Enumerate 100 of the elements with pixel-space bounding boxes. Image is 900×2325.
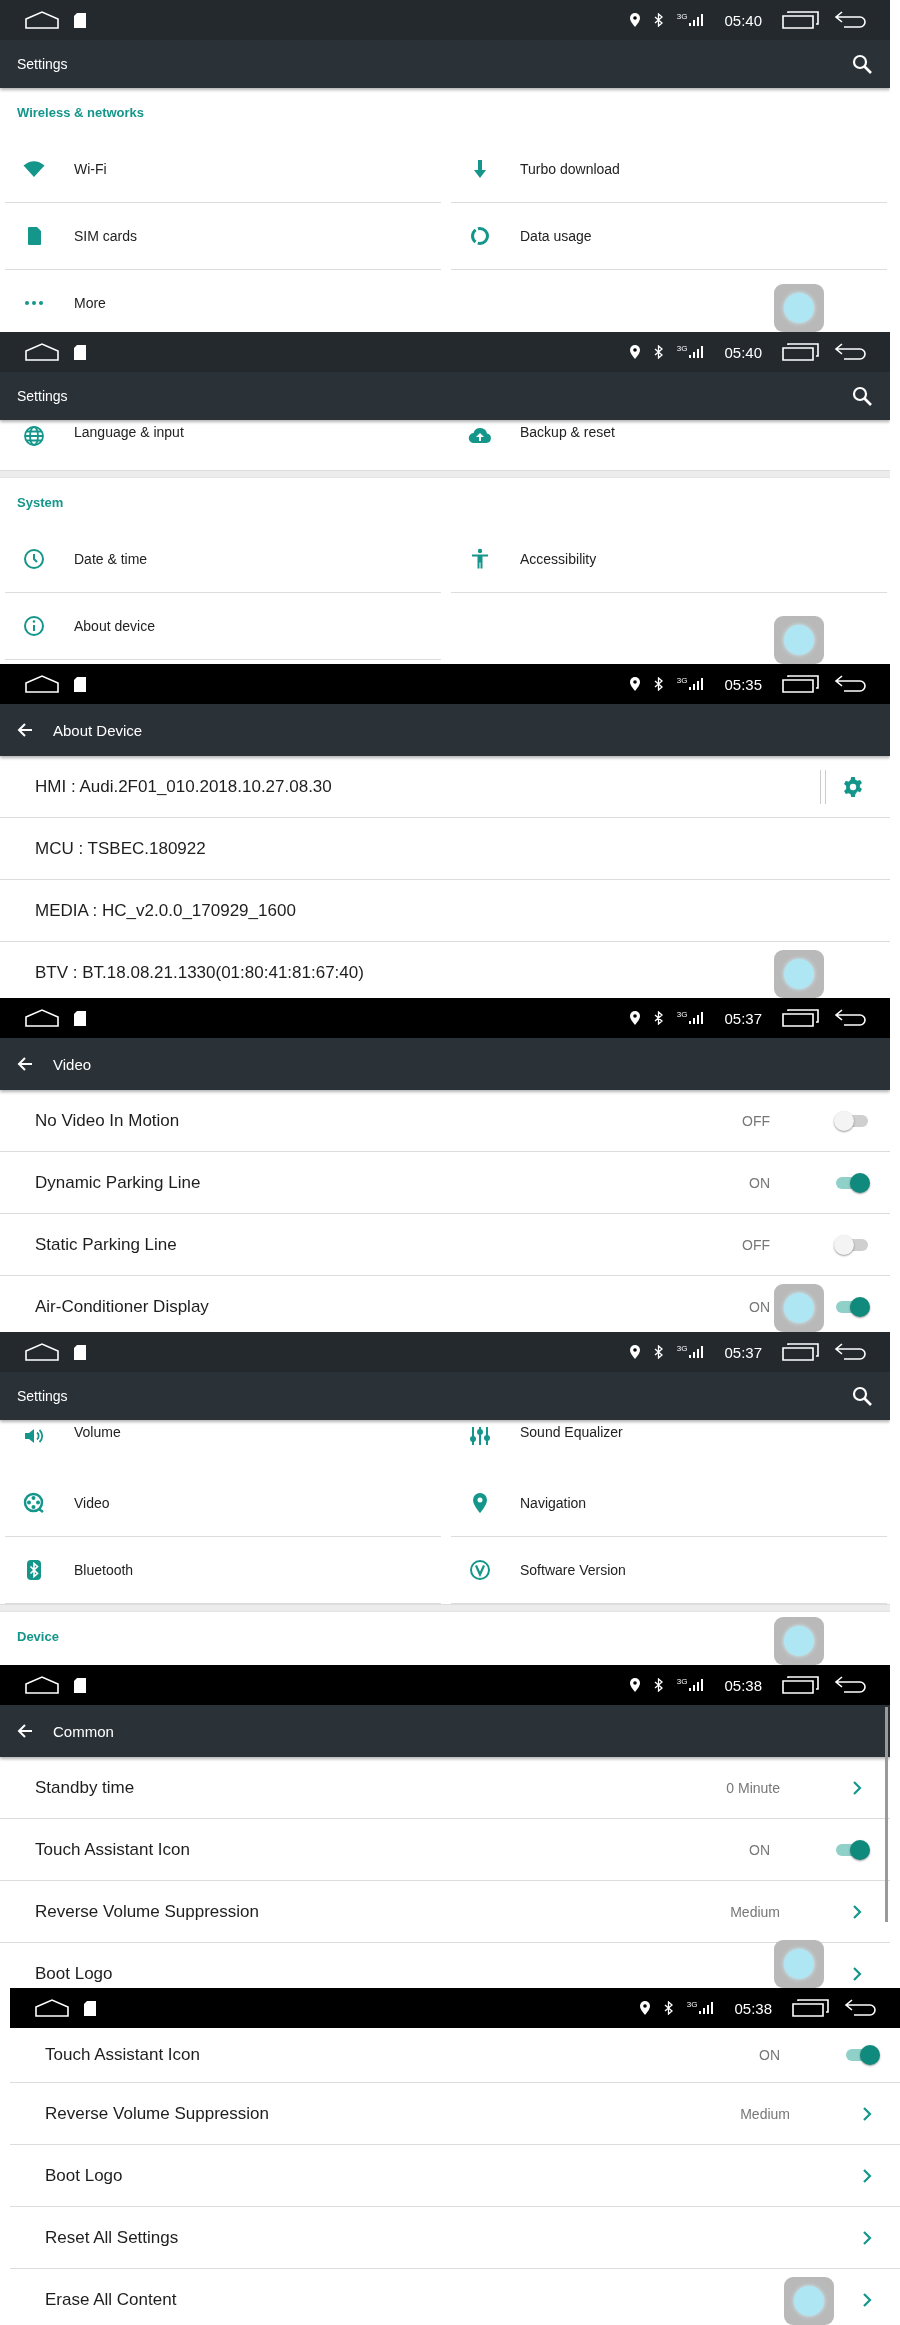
toggle-switch[interactable] — [844, 2044, 880, 2066]
setting-value: ON — [749, 1841, 770, 1858]
info-icon — [22, 614, 46, 638]
setting-label: Standby time — [35, 1777, 136, 1798]
toggle-switch[interactable] — [834, 1838, 870, 1861]
settings-item[interactable]: Turbo download — [451, 136, 887, 203]
location-pin-icon — [629, 1678, 640, 1692]
home-button[interactable] — [24, 1342, 60, 1362]
settings-gear-button[interactable] — [842, 775, 864, 798]
setting-label: Reverse Volume Suppression — [45, 2103, 270, 2124]
settings-item[interactable]: Date & time — [5, 526, 441, 593]
recent-apps-button[interactable] — [782, 342, 820, 362]
home-button[interactable] — [24, 342, 60, 362]
sd-card-icon — [74, 1010, 86, 1026]
bluetooth-icon — [653, 677, 663, 691]
bluetooth-icon — [653, 13, 663, 27]
signal-icon — [688, 677, 705, 691]
settings-item[interactable]: Wi-Fi — [5, 136, 441, 203]
chevron-icon[interactable] — [852, 1779, 862, 1796]
back-arrow-button[interactable] — [17, 1056, 33, 1072]
home-button[interactable] — [24, 1675, 60, 1695]
settings-item[interactable]: Video — [5, 1470, 441, 1537]
recent-apps-button[interactable] — [782, 674, 820, 694]
toolbar-title: Common — [53, 1722, 115, 1740]
back-button[interactable] — [834, 1008, 868, 1028]
settings-item[interactable]: SIM cards — [5, 203, 441, 270]
clock-time: 05:38 — [724, 1676, 762, 1694]
info-text: HMI : Audi.2F01_010.2018.10.27.08.30 — [35, 776, 333, 797]
search-button[interactable] — [852, 1386, 872, 1406]
back-button[interactable] — [844, 1998, 878, 2018]
recent-apps-button[interactable] — [782, 10, 820, 30]
back-button[interactable] — [834, 1342, 868, 1362]
chevron-icon[interactable] — [862, 2291, 872, 2308]
settings-item[interactable]: Volume — [5, 1420, 441, 1470]
bluetooth-icon — [653, 1345, 663, 1359]
sd-card-icon — [74, 676, 86, 692]
search-button[interactable] — [852, 386, 872, 406]
v-circle-icon — [468, 1558, 492, 1582]
recent-apps-button[interactable] — [782, 1675, 820, 1695]
chevron-icon[interactable] — [862, 2229, 872, 2246]
network-type: 3G — [676, 1011, 688, 1019]
location-pin-icon — [629, 677, 640, 691]
location-pin-icon — [629, 1345, 640, 1359]
sd-card-icon — [74, 1344, 86, 1360]
section-header: Device — [16, 1627, 60, 1646]
toggle-switch[interactable] — [834, 1171, 870, 1194]
search-button[interactable] — [852, 54, 872, 74]
recent-apps-button[interactable] — [782, 1342, 820, 1362]
network-type: 3G — [676, 345, 688, 353]
setting-label: Boot Logo — [45, 2165, 124, 2186]
section-header: Wireless & networks — [16, 103, 146, 122]
home-button[interactable] — [24, 674, 60, 694]
setting-label: No Video In Motion — [35, 1110, 181, 1131]
recent-apps-button[interactable] — [782, 1008, 820, 1028]
chevron-icon[interactable] — [862, 2105, 872, 2122]
scroll-bar[interactable] — [885, 1707, 888, 1922]
chevron-icon[interactable] — [852, 1903, 862, 1920]
back-button[interactable] — [834, 342, 868, 362]
toggle-switch[interactable] — [834, 1295, 870, 1318]
home-button[interactable] — [24, 10, 60, 30]
location-pin-icon — [629, 1011, 640, 1025]
toggle-switch[interactable] — [834, 1109, 870, 1132]
chevron-icon[interactable] — [852, 1965, 862, 1982]
back-arrow-button[interactable] — [17, 722, 33, 738]
setting-value: Medium — [740, 2105, 790, 2122]
sd-card-icon — [74, 1677, 86, 1693]
clock-time: 05:38 — [734, 1999, 772, 2017]
bluetooth-icon — [653, 1011, 663, 1025]
back-button[interactable] — [834, 10, 868, 30]
back-button[interactable] — [834, 1675, 868, 1695]
home-button[interactable] — [24, 1008, 60, 1028]
network-type: 3G — [676, 1345, 688, 1353]
signal-icon — [688, 345, 705, 359]
setting-value: OFF — [742, 1112, 770, 1129]
settings-item[interactable]: Backup & reset — [451, 420, 887, 470]
settings-item[interactable]: Accessibility — [451, 526, 887, 593]
clock-time: 05:37 — [724, 1343, 762, 1361]
back-button[interactable] — [834, 674, 868, 694]
settings-item[interactable]: Navigation — [451, 1470, 887, 1537]
bluetooth-icon — [653, 1678, 663, 1692]
toolbar-title: Settings — [17, 388, 69, 404]
recent-apps-button[interactable] — [792, 1998, 830, 2018]
settings-item[interactable]: About device — [5, 593, 441, 660]
globe-icon — [22, 424, 46, 448]
clock-time: 05:37 — [724, 1009, 762, 1027]
network-type: 3G — [676, 1678, 688, 1686]
section-header: System — [16, 493, 65, 512]
info-text: MEDIA : HC_v2.0.0_170929_1600 — [35, 900, 297, 921]
sd-card-icon — [84, 2000, 96, 2016]
location-pin-icon — [629, 345, 640, 359]
settings-item[interactable]: Sound Equalizer — [451, 1420, 887, 1470]
clock-time: 05:40 — [724, 11, 762, 29]
setting-value: ON — [749, 1298, 770, 1315]
chevron-icon[interactable] — [862, 2167, 872, 2184]
settings-item[interactable]: Data usage — [451, 203, 887, 270]
back-arrow-button[interactable] — [17, 1723, 33, 1739]
settings-item[interactable]: Language & input — [5, 420, 441, 470]
toggle-switch[interactable] — [834, 1233, 870, 1256]
network-type: 3G — [686, 2001, 698, 2009]
home-button[interactable] — [34, 1998, 70, 2018]
